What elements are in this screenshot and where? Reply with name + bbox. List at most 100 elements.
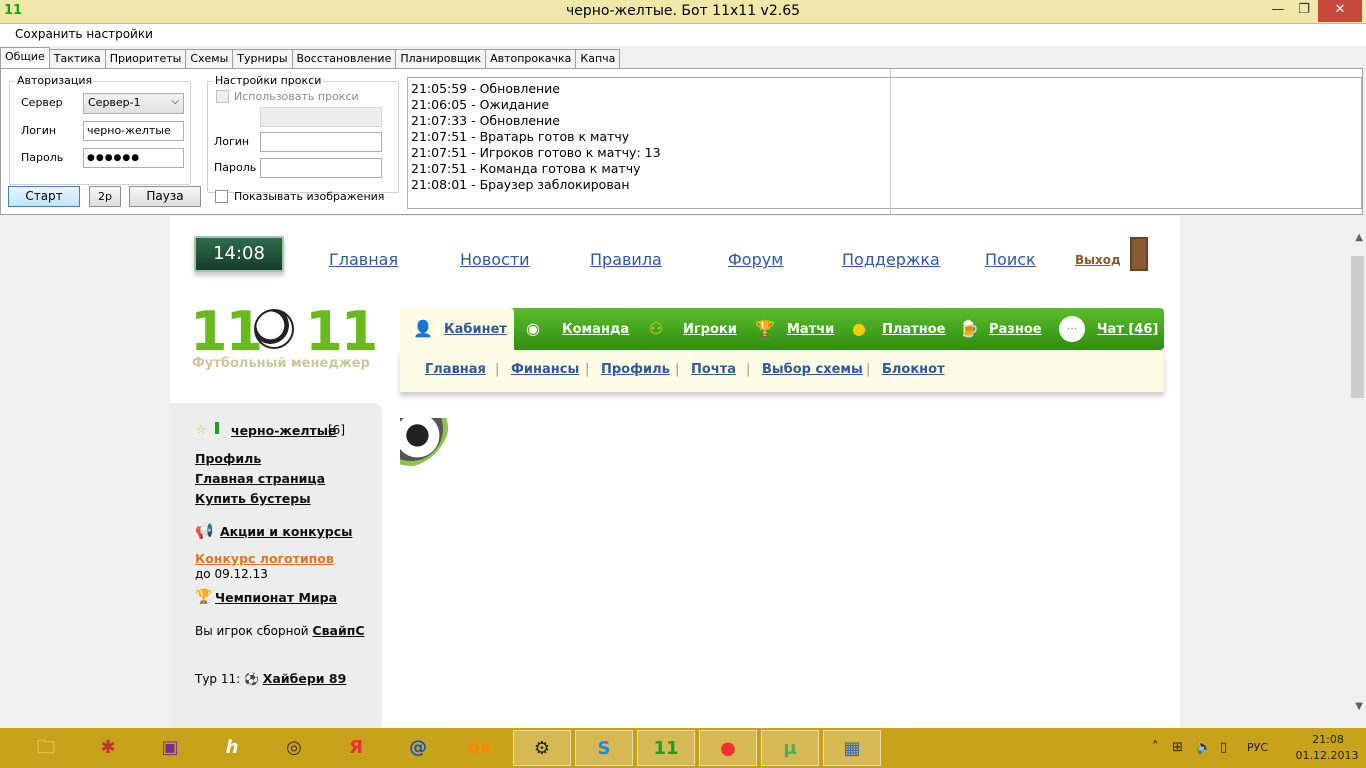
sidebar-home-page[interactable]: Главная страница [195, 471, 325, 486]
tab-tactics[interactable]: Тактика [48, 49, 106, 68]
sidebar-promos[interactable]: Акции и конкурсы [220, 524, 352, 539]
round-opponent-link[interactable]: Хайбери 89 [263, 671, 347, 686]
sidebar-world-cup[interactable]: Чемпионат Мира [215, 590, 337, 605]
top-link-search[interactable]: Поиск [985, 250, 1036, 269]
subnav-mail[interactable]: Почта [691, 362, 736, 377]
nav-misc[interactable]: Разное [989, 322, 1042, 337]
password-field[interactable]: ●●●●●● [83, 148, 184, 168]
tray-clock[interactable]: 21:08 [1302, 733, 1354, 746]
main-nav: 👤 Кабинет ◉ Команда ⚇ Игроки 🏆 Матчи ● П… [400, 308, 1164, 352]
scroll-up-icon[interactable]: ▲ [1355, 232, 1363, 243]
proxy-password-field[interactable] [260, 158, 382, 178]
top-link-forum[interactable]: Форум [728, 250, 783, 269]
site-page: 14:08 Главная Новости Правила Форум Подд… [170, 216, 1180, 728]
menu-bar: Сохранить настройки [0, 24, 1366, 46]
log-line: 21:06:05 - Ожидание [411, 97, 550, 112]
show-hidden-icons-icon[interactable]: ˄ [1152, 740, 1159, 755]
subnav-separator: | [866, 362, 871, 377]
top-link-rules[interactable]: Правила [590, 250, 662, 269]
tray-date[interactable]: 01.12.2013 [1292, 749, 1362, 762]
subnav-home[interactable]: Главная [425, 362, 486, 377]
sidebar-profile[interactable]: Профиль [195, 451, 261, 466]
media-player-icon[interactable]: ◎ [265, 730, 323, 766]
close-button[interactable]: ✕ [1318, 0, 1362, 22]
main-nav-cabinet-tab[interactable]: 👤 Кабинет [400, 308, 514, 352]
remote-desktop-icon[interactable]: ▣ [141, 730, 199, 766]
two-p-button[interactable]: 2р [89, 186, 121, 207]
star-icon: ☆ [195, 423, 207, 438]
nav-team[interactable]: Команда [562, 322, 629, 337]
subnav-notepad[interactable]: Блокнот [882, 362, 945, 377]
proxy-login-field[interactable] [260, 132, 382, 152]
sidebar-contest[interactable]: Конкурс логотипов [195, 551, 334, 566]
scrollbar-thumb[interactable] [1351, 256, 1364, 398]
ball-app-icon[interactable]: ● [699, 730, 757, 766]
top-link-home[interactable]: Главная [329, 250, 398, 269]
log-divider [890, 69, 891, 214]
power-icon[interactable]: ▯ [1220, 740, 1227, 755]
loading-ball-icon [400, 418, 450, 468]
tab-general[interactable]: Общие [0, 47, 50, 68]
mail-agent-icon[interactable]: @ [389, 730, 447, 766]
puzzle-app-icon[interactable]: ✱ [79, 730, 137, 766]
hp-icon[interactable]: ℎ [203, 730, 261, 766]
national-team-link[interactable]: СвайпС [312, 623, 364, 638]
nav-paid[interactable]: Платное [882, 322, 945, 337]
football-icon: ⚽ [244, 672, 259, 686]
subnav-scheme[interactable]: Выбор схемы [762, 362, 863, 377]
skype-icon[interactable]: S [575, 730, 633, 766]
sidebar-buy-boosters[interactable]: Купить бустеры [195, 491, 311, 506]
login-field[interactable]: черно-желтые [83, 121, 184, 141]
show-images-checkbox[interactable] [215, 190, 228, 203]
subnav-profile[interactable]: Профиль [601, 362, 670, 377]
maximize-button[interactable]: ❐ [1291, 0, 1317, 22]
log-box[interactable]: 21:05:59 - Обновление 21:06:05 - Ожидани… [407, 77, 1362, 209]
steam-icon[interactable]: ⚙ [513, 730, 571, 766]
tab-priorities[interactable]: Приоритеты [104, 49, 187, 68]
yandex-icon[interactable]: Я [327, 730, 385, 766]
exit-link[interactable]: Выход [1075, 253, 1121, 267]
top-link-news[interactable]: Новости [460, 250, 530, 269]
nav-cabinet[interactable]: Кабинет [444, 322, 507, 337]
use-proxy-checkbox[interactable] [216, 90, 229, 103]
tab-scheduler[interactable]: Планировщик [395, 49, 487, 68]
bot-11x11-icon[interactable]: 11 [637, 730, 695, 766]
tab-captcha[interactable]: Капча [575, 49, 621, 68]
tab-schemes[interactable]: Схемы [185, 49, 234, 68]
login-label: Логин [21, 124, 57, 137]
team-flag-icon [215, 422, 219, 434]
tab-autolevel[interactable]: Автопрокачка [485, 49, 577, 68]
team-name-link[interactable]: черно-желтые [231, 423, 337, 438]
server-select[interactable]: Сервер-1 ⌵ [83, 93, 184, 114]
pause-button[interactable]: Пауза [129, 186, 201, 207]
site-clock: 14:08 [194, 236, 284, 272]
nav-chat[interactable]: Чат [46] [1097, 322, 1158, 337]
control-panel-icon[interactable]: ▦ [823, 730, 881, 766]
proxy-group: Настройки прокси Использовать прокси Лог… [207, 74, 399, 193]
show-images-label: Показывать изображения [234, 190, 385, 203]
utorrent-icon[interactable]: µ [761, 730, 819, 766]
save-settings-menu[interactable]: Сохранить настройки [15, 27, 153, 41]
auth-group-title: Авторизация [15, 74, 95, 87]
megaphone-icon: 📢 [195, 522, 214, 540]
nav-players[interactable]: Игроки [683, 322, 737, 337]
subnav-finance[interactable]: Финансы [511, 362, 579, 377]
browser-scrollbar[interactable]: ▲ ▼ [1349, 216, 1366, 728]
odnoklassniki-icon[interactable]: ок [451, 730, 509, 766]
language-indicator[interactable]: РУС [1247, 741, 1268, 754]
nav-matches[interactable]: Матчи [787, 322, 834, 337]
network-icon[interactable]: ⊞ [1172, 740, 1183, 755]
tab-tournaments[interactable]: Турниры [232, 49, 293, 68]
start-button[interactable]: Старт [8, 186, 80, 207]
logo-subtitle: Футбольный менеджер [192, 356, 370, 371]
file-explorer-icon[interactable]: 🗀 [17, 730, 75, 766]
proxy-address-field[interactable] [260, 107, 382, 127]
tab-recovery[interactable]: Восстановление [291, 49, 397, 68]
scroll-down-icon[interactable]: ▼ [1355, 701, 1363, 712]
door-icon[interactable] [1130, 237, 1148, 271]
round-text: Тур 11: ⚽ Хайбери 89 [195, 671, 346, 686]
volume-icon[interactable]: 🔈 [1196, 740, 1212, 755]
minimize-button[interactable]: — [1265, 0, 1291, 22]
top-link-support[interactable]: Поддержка [842, 250, 940, 269]
subnav-separator: | [746, 362, 751, 377]
